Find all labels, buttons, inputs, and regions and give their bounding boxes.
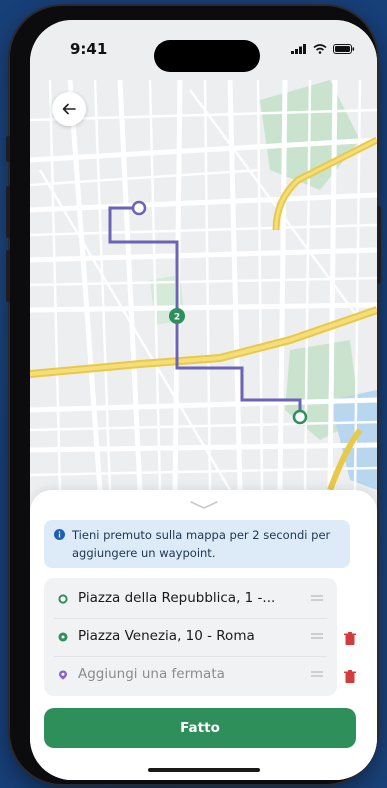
stop-item-waypoint[interactable]: Piazza Venezia, 10 - Roma	[44, 618, 337, 656]
stop-label: Piazza Venezia, 10 - Roma	[78, 628, 255, 644]
chevron-down-icon[interactable]	[187, 500, 221, 510]
location-pin-icon	[59, 670, 67, 680]
drag-handle-icon[interactable]	[311, 631, 323, 641]
origin-circle-icon	[58, 594, 68, 604]
drag-handle-icon[interactable]	[311, 669, 323, 679]
add-stop-placeholder: Aggiungi una fermata	[78, 666, 225, 682]
stop-label: Piazza della Repubblica, 1 -...	[78, 590, 276, 606]
battery-icon	[333, 44, 355, 54]
trash-icon[interactable]	[344, 632, 356, 646]
signal-icon	[291, 44, 306, 54]
home-indicator	[148, 768, 260, 772]
info-icon	[54, 529, 65, 540]
origin-marker[interactable]	[292, 409, 308, 425]
destination-marker[interactable]	[131, 200, 147, 216]
volume-up-button	[6, 186, 10, 238]
done-button[interactable]: Fatto	[44, 708, 356, 748]
add-stop-field[interactable]: Aggiungi una fermata	[44, 656, 337, 694]
waypoint-badge-number: 2	[174, 313, 180, 323]
power-button	[377, 206, 381, 284]
wifi-icon	[313, 44, 327, 54]
status-bar: 9:41	[30, 20, 377, 72]
phone-screen: 2 9:41 Tieni premuto sulla mappa per 2 s…	[30, 20, 377, 780]
back-button[interactable]	[52, 92, 86, 126]
info-banner: Tieni premuto sulla mappa per 2 secondi …	[44, 520, 350, 568]
stops-list: Piazza della Repubblica, 1 -... Piazza V…	[44, 578, 337, 696]
mute-switch	[6, 136, 10, 162]
dynamic-island	[154, 40, 260, 72]
arrow-left-icon	[62, 103, 76, 115]
info-text: Tieni premuto sulla mappa per 2 secondi …	[72, 528, 331, 560]
status-time: 9:41	[70, 40, 108, 58]
status-icons	[291, 44, 355, 54]
waypoint-dot-icon	[58, 632, 68, 642]
trash-icon[interactable]	[344, 670, 356, 684]
stop-item-origin[interactable]: Piazza della Repubblica, 1 -...	[44, 580, 337, 618]
bottom-sheet: Tieni premuto sulla mappa per 2 secondi …	[30, 490, 377, 780]
drag-handle-icon[interactable]	[311, 593, 323, 603]
volume-down-button	[6, 250, 10, 302]
